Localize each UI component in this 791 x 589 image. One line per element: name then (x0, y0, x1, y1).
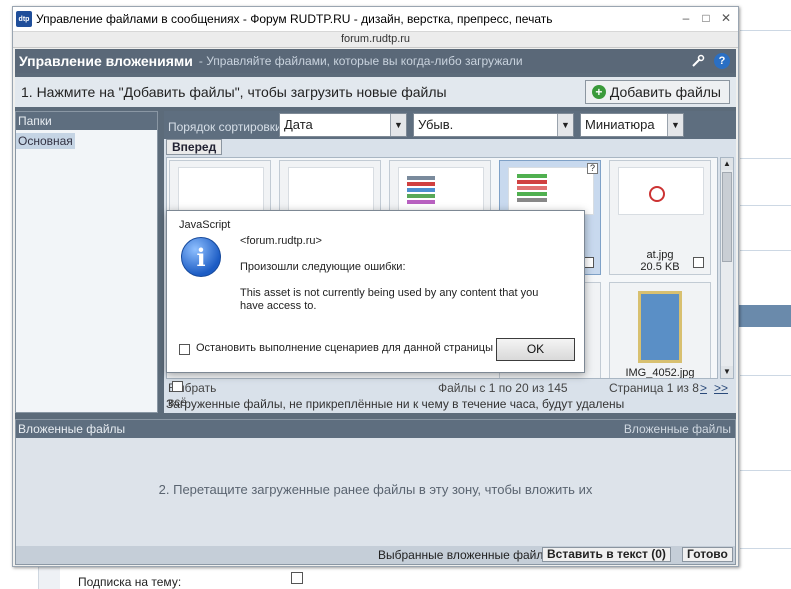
title-bar: dtp Управление файлами в сообщениях - Фо… (13, 7, 738, 31)
page-indicator: Страница 1 из 8 (609, 381, 699, 395)
background-divider (740, 250, 791, 251)
dialog-error-line1: This asset is not currently being used b… (240, 287, 539, 299)
file-thumbnail[interactable]: at.jpg 20.5 KB (609, 160, 711, 275)
sort-field-value: Дата (284, 117, 313, 132)
next-page-link[interactable]: > (700, 381, 707, 395)
sort-direction-value: Убыв. (418, 117, 454, 132)
scroll-thumb[interactable] (722, 172, 732, 262)
manager-header: Управление вложениями - Управляйте файла… (15, 49, 736, 73)
tools-icon[interactable] (690, 53, 706, 69)
thumbnail-image (398, 167, 484, 215)
subscribe-label: Подписка на тему: (78, 575, 182, 589)
folders-title: Папки (16, 112, 157, 130)
attached-files-header: Вложенные файлы Вложенные файлы (16, 420, 735, 438)
step1-bar: 1. Нажмите на "Добавить файлы", чтобы за… (15, 77, 736, 107)
attached-footer: Выбранные вложенные файлы: Вставить в те… (16, 546, 735, 564)
select-all-checkbox[interactable] (172, 381, 183, 392)
files-range: Файлы с 1 по 20 из 145 (438, 381, 568, 395)
header-icons: ? (690, 53, 730, 69)
thumbnail-image (638, 291, 682, 363)
subscribe-checkbox[interactable] (291, 572, 303, 584)
attached-files-title-right: Вложенные файлы (623, 422, 731, 436)
url-bar[interactable]: forum.rudtp.ru (13, 31, 738, 48)
view-mode-select[interactable]: Миниатюра ▼ (580, 113, 684, 137)
scroll-up-icon[interactable]: ▲ (721, 158, 733, 170)
minimize-button[interactable]: – (678, 11, 694, 26)
folder-item-main[interactable]: Основная (16, 133, 75, 149)
background-divider (740, 470, 791, 471)
last-page-link[interactable]: >> (714, 381, 728, 395)
manager-title: Управление вложениями (19, 53, 193, 69)
background-divider (740, 375, 791, 376)
dialog-error-line2: have access to. (240, 300, 317, 312)
info-icon: i (181, 237, 221, 277)
file-select-checkbox[interactable] (693, 257, 704, 268)
file-thumbnail[interactable]: IMG_4052.jpg (609, 282, 711, 379)
background-divider (740, 30, 791, 31)
forward-button[interactable]: Вперед (166, 139, 223, 155)
plus-icon: + (591, 85, 606, 99)
file-name: IMG_4052.jpg (625, 367, 695, 379)
dialog-title: JavaScript (179, 219, 231, 231)
pager-row: Выбрать всё Файлы с 1 по 20 из 145 Стран… (166, 381, 734, 409)
cleanup-notice: Загруженные файлы, не прикреплённые ни к… (166, 397, 625, 411)
drop-zone-hint[interactable]: 2. Перетащите загруженные ранее файлы в … (16, 482, 735, 497)
thumbnail-image (618, 167, 704, 215)
background-divider (740, 158, 791, 159)
close-button[interactable]: ✕ (718, 11, 734, 26)
stop-scripts-checkbox[interactable] (179, 344, 190, 355)
thumbnail-image (178, 167, 264, 215)
dialog-error-heading: Произошли следующие ошибки: (240, 261, 406, 273)
grid-scrollbar[interactable]: ▲ ▼ (720, 157, 734, 379)
scroll-down-icon[interactable]: ▼ (721, 366, 733, 378)
chevron-down-icon: ▼ (557, 114, 573, 136)
view-mode-value: Миниатюра (585, 117, 655, 132)
add-files-label: Добавить файлы (609, 84, 721, 100)
manager-subtitle: - Управляйте файлами, которые вы когда-л… (198, 54, 523, 68)
stop-scripts-label[interactable]: Остановить выполнение сценариев для данн… (196, 342, 493, 354)
done-button[interactable]: Готово (682, 547, 733, 562)
sort-row: Порядок сортировки: Дата ▼ Убыв. ▼ Миниа… (164, 111, 736, 139)
add-files-button[interactable]: + Добавить файлы (584, 80, 730, 104)
insert-into-text-button[interactable]: Вставить в текст (0) (542, 547, 671, 562)
help-icon[interactable]: ? (714, 53, 730, 69)
attached-files-title: Вложенные файлы (18, 422, 126, 436)
selected-attachments-label: Выбранные вложенные файлы: (378, 548, 556, 562)
window-controls: – □ ✕ (678, 11, 734, 26)
folders-panel: Папки Основная (15, 111, 158, 413)
background-divider (740, 548, 791, 549)
background-highlight-bar (736, 305, 791, 327)
app-icon: dtp (16, 11, 32, 27)
thumbnail-image (288, 167, 374, 215)
step1-text: 1. Нажмите на "Добавить файлы", чтобы за… (21, 84, 447, 100)
sort-direction-select[interactable]: Убыв. ▼ (413, 113, 574, 137)
ok-button[interactable]: OK (496, 338, 575, 361)
sort-label: Порядок сортировки: (168, 120, 286, 134)
javascript-dialog: JavaScript i <forum.rudtp.ru> Произошли … (166, 210, 585, 373)
window-title: Управление файлами в сообщениях - Форум … (36, 12, 553, 26)
dialog-origin: <forum.rudtp.ru> (240, 235, 322, 247)
chevron-down-icon: ▼ (667, 114, 683, 136)
sort-field-select[interactable]: Дата ▼ (279, 113, 407, 137)
thumbnail-image (508, 167, 594, 215)
chevron-down-icon: ▼ (390, 114, 406, 136)
maximize-button[interactable]: □ (698, 11, 714, 26)
attached-files-panel: Вложенные файлы Вложенные файлы 2. Перет… (15, 419, 736, 565)
help-icon[interactable]: ? (587, 163, 598, 174)
background-divider (740, 205, 791, 206)
